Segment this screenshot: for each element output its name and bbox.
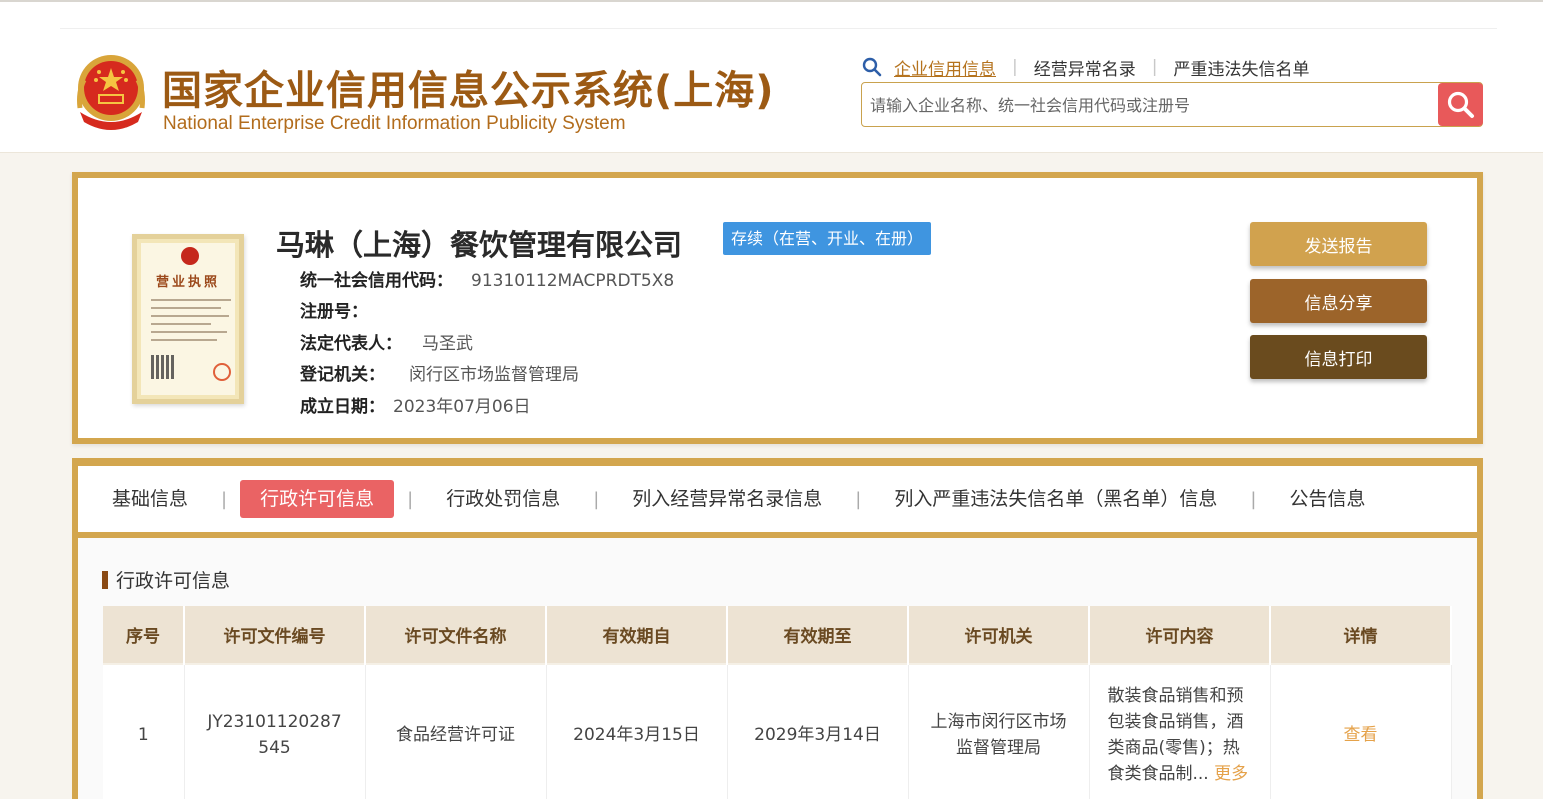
founded-row: 成立日期： 2023年07月06日 (300, 392, 531, 417)
tab-separator: | (593, 488, 600, 510)
company-name: 马琳（上海）餐饮管理有限公司 (276, 228, 683, 262)
nav-abnormal-list[interactable]: 经营异常名录 (1034, 55, 1136, 80)
reg-no-label: 注册号： (300, 302, 368, 322)
tab-admin-penalty[interactable]: 行政处罚信息 (426, 480, 580, 518)
license-section: 行政许可信息 序号 许可文件编号 许可文件名称 有效期自 有效期至 许可机关 许… (78, 538, 1477, 799)
nav-separator: | (1151, 57, 1158, 77)
authority-label: 登记机关： (300, 365, 385, 385)
search-icon (1447, 91, 1474, 118)
detail-panel: 基础信息 | 行政许可信息 | 行政处罚信息 | 列入经营异常名录信息 | 列入… (72, 458, 1483, 799)
search-input[interactable] (870, 91, 1430, 119)
share-info-button[interactable]: 信息分享 (1250, 279, 1427, 323)
founded-label: 成立日期： (300, 397, 385, 417)
cell-doc-no: JY23101120287545 (184, 663, 366, 799)
legal-rep-value: 马圣武 (422, 334, 473, 354)
col-header: 许可文件编号 (184, 606, 366, 664)
cell-valid-to: 2029年3月14日 (727, 663, 909, 799)
tab-separator: | (855, 488, 862, 510)
view-detail-link[interactable]: 查看 (1344, 725, 1378, 745)
cell-valid-from: 2024年3月15日 (546, 663, 728, 799)
section-title: 行政许可信息 (102, 566, 230, 593)
nav-enterprise-credit[interactable]: 企业信用信息 (894, 55, 996, 80)
credit-code-label: 统一社会信用代码： (300, 271, 453, 291)
section-title-text: 行政许可信息 (116, 570, 231, 592)
search-icon (862, 57, 882, 77)
tab-announcements[interactable]: 公告信息 (1269, 480, 1385, 518)
send-report-button[interactable]: 发送报告 (1250, 222, 1427, 266)
print-info-button[interactable]: 信息打印 (1250, 335, 1427, 379)
nav-separator: | (1012, 57, 1018, 77)
business-license-image[interactable]: 营业执照 (132, 234, 244, 404)
company-card: 营业执照 马琳（上海）餐饮管理有限公司 存续（在营、开业、在册） 统一社会信用代… (72, 172, 1483, 444)
tab-basic-info[interactable]: 基础信息 (92, 480, 208, 518)
cell-detail: 查看 (1270, 663, 1452, 799)
seal-icon (213, 363, 231, 381)
tab-bar: 基础信息 | 行政许可信息 | 行政处罚信息 | 列入经营异常名录信息 | 列入… (78, 466, 1477, 532)
table-header-row: 序号 许可文件编号 许可文件名称 有效期自 有效期至 许可机关 许可内容 详情 (103, 606, 1452, 664)
license-title: 营业执照 (155, 275, 220, 290)
status-badge: 存续（在营、开业、在册） (723, 222, 932, 255)
more-link[interactable]: 更多 (1214, 764, 1248, 784)
credit-code-row: 统一社会信用代码： 91310112MACPRDT5X8 (300, 266, 674, 291)
tab-blacklist[interactable]: 列入严重违法失信名单（黑名单）信息 (874, 480, 1237, 518)
site-title-en: National Enterprise Credit Information P… (163, 113, 626, 134)
national-emblem-icon (77, 55, 145, 130)
site-header: 国家企业信用信息公示系统(上海) National Enterprise Cre… (0, 0, 1543, 153)
authority-value: 闵行区市场监督管理局 (409, 365, 579, 385)
founded-value: 2023年07月06日 (393, 397, 531, 417)
tab-admin-license[interactable]: 行政许可信息 (240, 480, 395, 518)
tab-separator: | (1250, 488, 1257, 510)
col-header: 详情 (1270, 606, 1452, 664)
nav-blacklist[interactable]: 严重违法失信名单 (1173, 55, 1309, 80)
col-header: 有效期自 (546, 606, 728, 664)
section-marker (102, 570, 108, 589)
col-header: 许可文件名称 (365, 606, 547, 664)
tab-abnormal-list[interactable]: 列入经营异常名录信息 (612, 480, 842, 518)
tab-separator: | (407, 488, 414, 510)
table-row: 1 JY23101120287545 食品经营许可证 2024年3月15日 20… (103, 663, 1452, 799)
legal-rep-row: 法定代表人： 马圣武 (300, 329, 473, 354)
site-title-cn: 国家企业信用信息公示系统(上海) (162, 68, 775, 114)
credit-code-value: 91310112MACPRDT5X8 (471, 271, 675, 291)
license-table: 序号 许可文件编号 许可文件名称 有效期自 有效期至 许可机关 许可内容 详情 … (103, 606, 1452, 799)
tab-separator: | (221, 488, 228, 510)
cell-content: 散装食品销售和预包装食品销售，酒类商品(零售)；热食类食品制... 更多 (1089, 663, 1271, 799)
cell-no: 1 (103, 663, 185, 799)
legal-rep-label: 法定代表人： (300, 334, 402, 354)
col-header: 有效期至 (727, 606, 909, 664)
cell-authority: 上海市闵行区市场监督管理局 (908, 663, 1090, 799)
search-button[interactable] (1438, 83, 1483, 126)
cell-doc-name: 食品经营许可证 (365, 663, 547, 799)
top-nav: 企业信用信息 | 经营异常名录 | 严重违法失信名单 (862, 54, 1309, 80)
qr-code-icon (151, 355, 175, 379)
col-header: 序号 (103, 606, 185, 664)
reg-no-row: 注册号： (300, 297, 382, 322)
authority-row: 登记机关： 闵行区市场监督管理局 (300, 360, 579, 385)
col-header: 许可内容 (1089, 606, 1271, 664)
col-header: 许可机关 (908, 606, 1090, 664)
search-box (861, 82, 1483, 127)
header-divider (60, 28, 1497, 29)
license-emblem-icon (181, 247, 199, 265)
